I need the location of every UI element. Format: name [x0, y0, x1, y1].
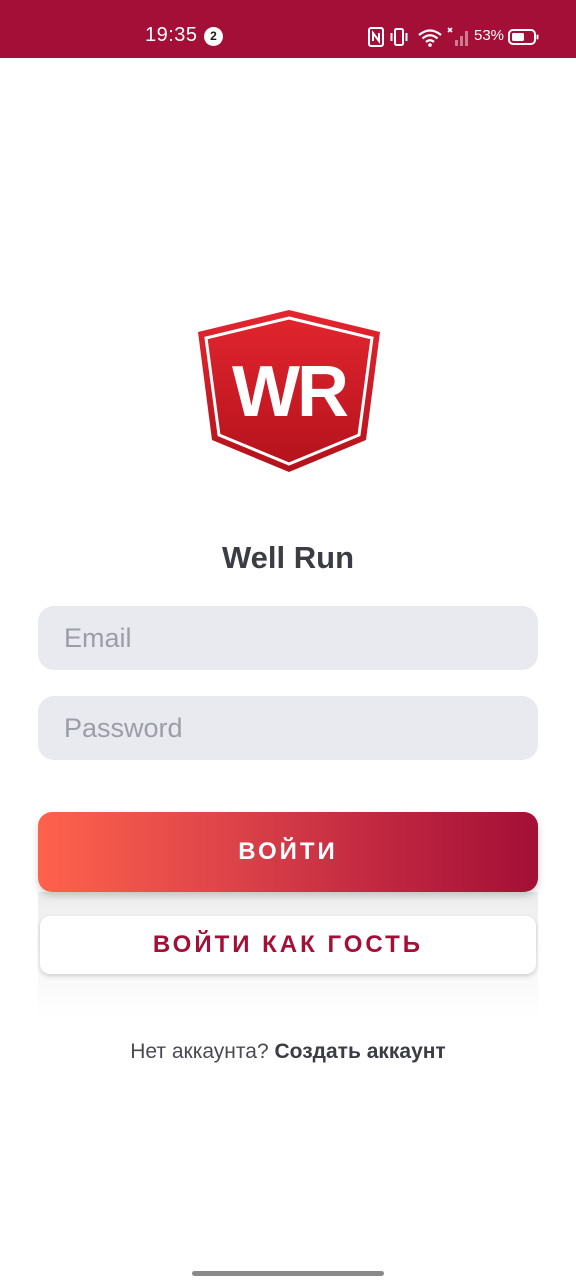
password-field[interactable]: [38, 696, 538, 760]
battery-percent: 53%: [474, 27, 505, 44]
home-indicator[interactable]: [192, 1271, 384, 1276]
signal-icon: [447, 27, 468, 46]
guest-login-button[interactable]: ВОЙТИ КАК ГОСТЬ: [40, 916, 536, 974]
battery-icon: [508, 29, 539, 45]
logo-text: WR: [232, 352, 348, 432]
status-time: 19:35: [145, 24, 198, 46]
signup-prompt-text: Нет аккаунта?: [130, 1040, 269, 1063]
signup-prompt: Нет аккаунта? Создать аккаунт: [0, 1040, 576, 1064]
status-bar: 19:35 2 53%: [0, 0, 576, 58]
app-title: Well Run: [221, 540, 355, 575]
email-field[interactable]: [38, 606, 538, 670]
nfc-icon: [368, 27, 384, 47]
app-logo: WR: [198, 310, 380, 472]
login-button[interactable]: ВОЙТИ: [38, 812, 538, 892]
create-account-link[interactable]: Создать аккаунт: [275, 1040, 446, 1063]
wifi-icon: [418, 29, 442, 47]
notification-badge: 2: [204, 27, 223, 46]
vibrate-icon: [390, 28, 408, 46]
